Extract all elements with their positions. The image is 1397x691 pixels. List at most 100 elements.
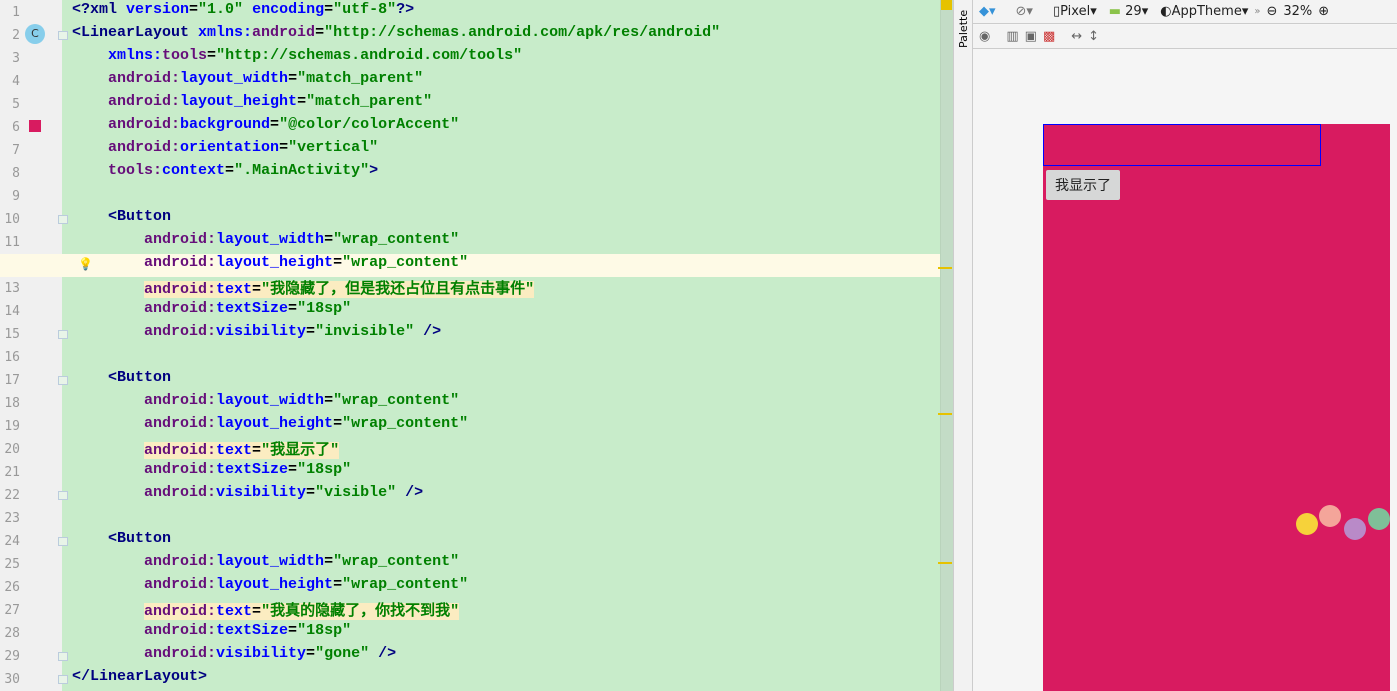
visible-button[interactable]: 我显示了 [1046,170,1120,200]
editor-scrollbar[interactable] [940,0,953,691]
code-token: "wrap_content" [342,576,469,593]
code-token: = [297,93,307,110]
code-line[interactable]: <?xml version="1.0" encoding="utf-8"?> [72,1,414,24]
fold-icon[interactable] [58,652,68,661]
fold-icon[interactable] [58,215,68,224]
fold-icon[interactable] [58,376,68,385]
code-token: = [315,24,325,41]
code-line[interactable]: <Button [72,530,171,553]
code-line[interactable]: android:layout_width="wrap_content" [72,231,459,254]
code-line[interactable]: </LinearLayout> [72,668,207,691]
code-token: <Button [108,530,172,547]
more-icon[interactable]: » [1254,6,1260,17]
device-dropdown[interactable]: ▯ Pixel ▾ [1053,4,1097,19]
code-line[interactable]: android:layout_height="wrap_content" [72,415,468,438]
code-token: = [333,415,343,432]
code-token: layout_width [180,70,289,87]
line-number: 15 [4,327,20,342]
code-token: /> [378,645,397,662]
code-line[interactable]: android:text="我真的隐藏了，你找不到我" [72,599,460,622]
code-token: "http://schemas.android.com/apk/res/andr… [324,24,721,41]
code-token: android: [144,415,217,432]
class-badge-icon[interactable]: C [25,24,45,44]
code-token: "18sp" [297,622,352,639]
code-line[interactable]: android:text="我显示了" [72,438,340,461]
code-token: text [216,442,253,459]
code-line[interactable]: android:layout_height="match_parent" [72,93,432,116]
line-number: 25 [4,557,20,572]
code-token: android: [144,461,217,478]
code-line[interactable]: android:visibility="visible" /> [72,484,423,507]
zoom-out-icon[interactable]: ⊖ [1266,4,1277,19]
code-line[interactable]: android:orientation="vertical" [72,139,378,162]
line-number: 19 [4,419,20,434]
code-token: <Button [108,208,172,225]
code-token: = [189,1,199,18]
fold-icon[interactable] [58,537,68,546]
code-token: = [279,139,289,156]
code-token: text [216,281,253,298]
layers-icon[interactable]: ◆▾ [979,4,996,19]
code-token: </LinearLayout> [72,668,208,685]
code-line[interactable]: tools:context=".MainActivity"> [72,162,378,185]
code-line[interactable]: android:visibility="gone" /> [72,645,396,668]
line-number: 3 [12,51,20,66]
code-line[interactable]: android:layout_width="wrap_content" [72,392,459,415]
code-line[interactable]: android:textSize="18sp" [72,461,351,484]
api-dropdown[interactable]: ▬ 29 ▾ [1109,4,1149,19]
line-number: 14 [4,304,20,319]
code-token: android: [144,254,217,271]
code-line[interactable]: android:layout_height="wrap_content" [72,254,468,277]
color-swatch-icon[interactable] [29,120,41,132]
code-line[interactable]: android:textSize="18sp" [72,300,351,323]
clear-constraints-icon[interactable]: ▩ [1043,29,1055,44]
code-token: android: [108,139,181,156]
layout-preview[interactable] [1043,124,1390,691]
code-line[interactable]: android:text="我隐藏了，但是我还占位且有点击事件" [72,277,535,300]
code-line[interactable]: android:layout_width="match_parent" [72,70,423,93]
code-line[interactable]: android:background="@color/colorAccent" [72,116,459,139]
code-line[interactable]: android:layout_width="wrap_content" [72,553,459,576]
code-token: text [216,603,253,620]
code-token: tools [162,47,208,64]
baseline-icon[interactable]: ▣ [1025,29,1037,44]
code-line[interactable]: android:layout_height="wrap_content" [72,576,468,599]
fold-icon[interactable] [58,675,68,684]
line-number: 18 [4,396,20,411]
code-line[interactable]: <LinearLayout xmlns:android="http://sche… [72,24,720,47]
code-line[interactable]: android:visibility="invisible" /> [72,323,441,346]
line-number: 21 [4,465,20,480]
code-line[interactable]: android:textSize="18sp" [72,622,351,645]
columns-icon[interactable]: ▥ [1006,29,1018,44]
code-token: "http://schemas.android.com/tools" [216,47,523,64]
fold-icon[interactable] [58,31,68,40]
code-line[interactable]: <Button [72,208,171,231]
horizontal-resize-icon[interactable]: ↔ [1071,29,1082,44]
invisible-button-outline[interactable] [1043,124,1321,166]
zoom-in-icon[interactable]: ⊕ [1318,4,1329,19]
eye-icon[interactable]: ◉ [979,29,990,44]
theme-dropdown[interactable]: ◐ AppTheme ▾ [1160,4,1248,19]
code-editor[interactable]: C 12345678910111213141516171819202122232… [0,0,953,691]
fold-icon[interactable] [58,330,68,339]
orientation-icon[interactable]: ⊘▾ [1016,4,1033,19]
code-line[interactable]: <Button [72,369,171,392]
vertical-resize-icon[interactable]: ↕ [1088,29,1099,44]
code-token: android: [144,553,217,570]
code-token: "wrap_content" [342,415,469,432]
fold-icon[interactable] [58,491,68,500]
code-token: = [225,162,235,179]
palette-tab[interactable]: Palette [953,0,973,691]
code-token: orientation [180,139,280,156]
code-line[interactable]: xmlns:tools="http://schemas.android.com/… [72,47,522,70]
